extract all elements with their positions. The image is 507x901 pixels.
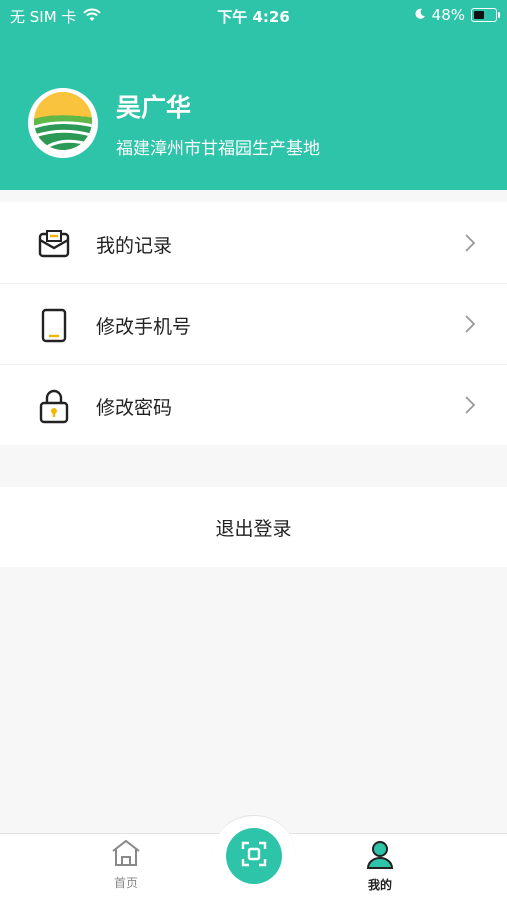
tab-mine-label: 我的 bbox=[367, 878, 392, 892]
tab-home-label: 首页 bbox=[113, 876, 138, 890]
user-icon bbox=[364, 841, 396, 874]
logout-button[interactable]: 退出登录 bbox=[0, 487, 507, 567]
menu-label-change-password: 修改密码 bbox=[96, 397, 173, 419]
settings-menu: 我的记录 修改手机号 修改密码 bbox=[0, 202, 507, 445]
battery-icon bbox=[471, 8, 500, 22]
user-organization: 福建漳州市甘福园生产基地 bbox=[116, 139, 320, 159]
phone-icon bbox=[36, 307, 72, 343]
scan-icon bbox=[240, 840, 268, 872]
record-envelope-icon bbox=[36, 226, 72, 262]
menu-label-my-records: 我的记录 bbox=[96, 235, 173, 257]
home-icon bbox=[109, 839, 143, 872]
menu-item-my-records[interactable]: 我的记录 bbox=[0, 202, 507, 283]
logout-label: 退出登录 bbox=[215, 517, 292, 540]
user-name: 吴广华 bbox=[116, 93, 192, 122]
tab-mine[interactable]: 我的 bbox=[340, 838, 420, 893]
chevron-right-icon bbox=[463, 395, 477, 415]
scan-button[interactable] bbox=[226, 828, 282, 884]
menu-item-change-password[interactable]: 修改密码 bbox=[0, 364, 507, 445]
farm-logo-icon bbox=[32, 90, 94, 156]
menu-label-change-phone: 修改手机号 bbox=[96, 316, 192, 338]
battery-percent: 48% bbox=[431, 6, 465, 24]
moon-icon bbox=[414, 6, 426, 24]
menu-item-change-phone[interactable]: 修改手机号 bbox=[0, 283, 507, 364]
chevron-right-icon bbox=[463, 314, 477, 334]
tab-home[interactable]: 首页 bbox=[86, 838, 166, 891]
profile-header: 无 SIM 卡 下午 4:26 48% 吴广华 福建漳州市甘福园生产基地 bbox=[0, 0, 507, 190]
status-bar: 无 SIM 卡 下午 4:26 48% bbox=[0, 0, 507, 30]
avatar[interactable] bbox=[28, 88, 98, 158]
chevron-right-icon bbox=[463, 233, 477, 253]
lock-icon bbox=[36, 388, 72, 424]
